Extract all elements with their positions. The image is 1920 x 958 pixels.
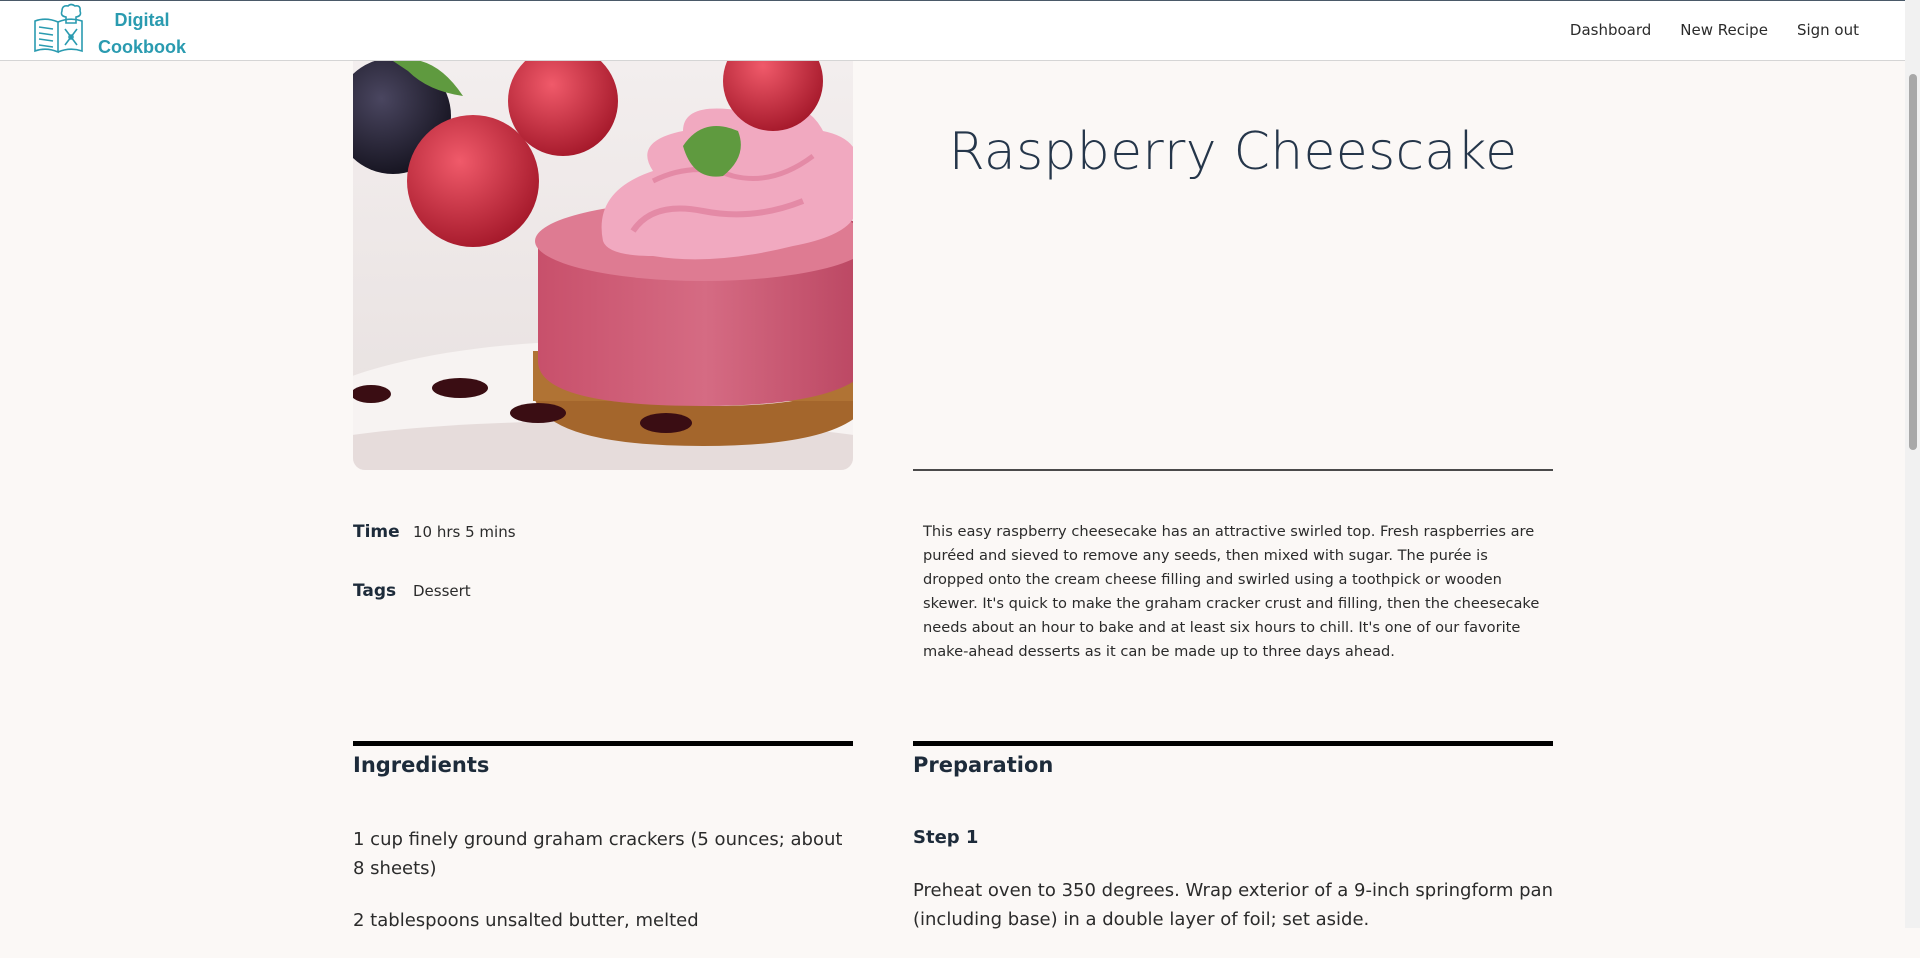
brand-line-1: Digital [114,10,170,30]
ingredients-divider [353,741,853,746]
top-navbar: Digital Cookbook Dashboard New Recipe Si… [0,0,1905,61]
step-title: Step 1 [913,827,979,848]
page-scrollbar[interactable] [1905,0,1920,928]
time-row: Time 10 hrs 5 mins [353,522,516,542]
nav-dashboard-link[interactable]: Dashboard [1570,21,1651,39]
time-value: 10 hrs 5 mins [413,523,516,541]
preparation-divider [913,741,1553,746]
recipe-title: Raspberry Cheescake [948,122,1518,182]
step-text: Preheat oven to 350 degrees. Wrap exteri… [913,880,1553,930]
preparation-heading: Preparation [913,753,1054,777]
raspberry-cheesecake-photo [353,61,853,470]
tags-row: Tags Dessert [353,581,471,601]
brand-line-2: Cookbook [98,37,186,57]
title-divider [913,469,1553,471]
ingredient-item: 1 cup finely ground graham crackers (5 o… [353,829,843,879]
nav-sign-out-link[interactable]: Sign out [1797,21,1859,39]
recipe-description: This easy raspberry cheesecake has an at… [923,523,1540,660]
recipe-photo [353,61,853,470]
tag-badge[interactable]: Dessert [413,582,471,600]
ingredients-heading: Ingredients [353,753,490,777]
main-nav: Dashboard New Recipe Sign out [1570,21,1888,39]
time-label: Time [353,522,400,542]
cookbook-logo-icon[interactable] [32,3,86,57]
nav-new-recipe-link[interactable]: New Recipe [1680,21,1768,39]
ingredient-item: 2 tablespoons unsalted butter, melted [353,910,699,931]
scrollbar-thumb[interactable] [1909,74,1917,450]
brand-name[interactable]: Digital Cookbook [94,7,190,61]
ingredients-list: 1 cup finely ground graham crackers (5 o… [353,825,853,958]
tags-label: Tags [353,581,397,601]
